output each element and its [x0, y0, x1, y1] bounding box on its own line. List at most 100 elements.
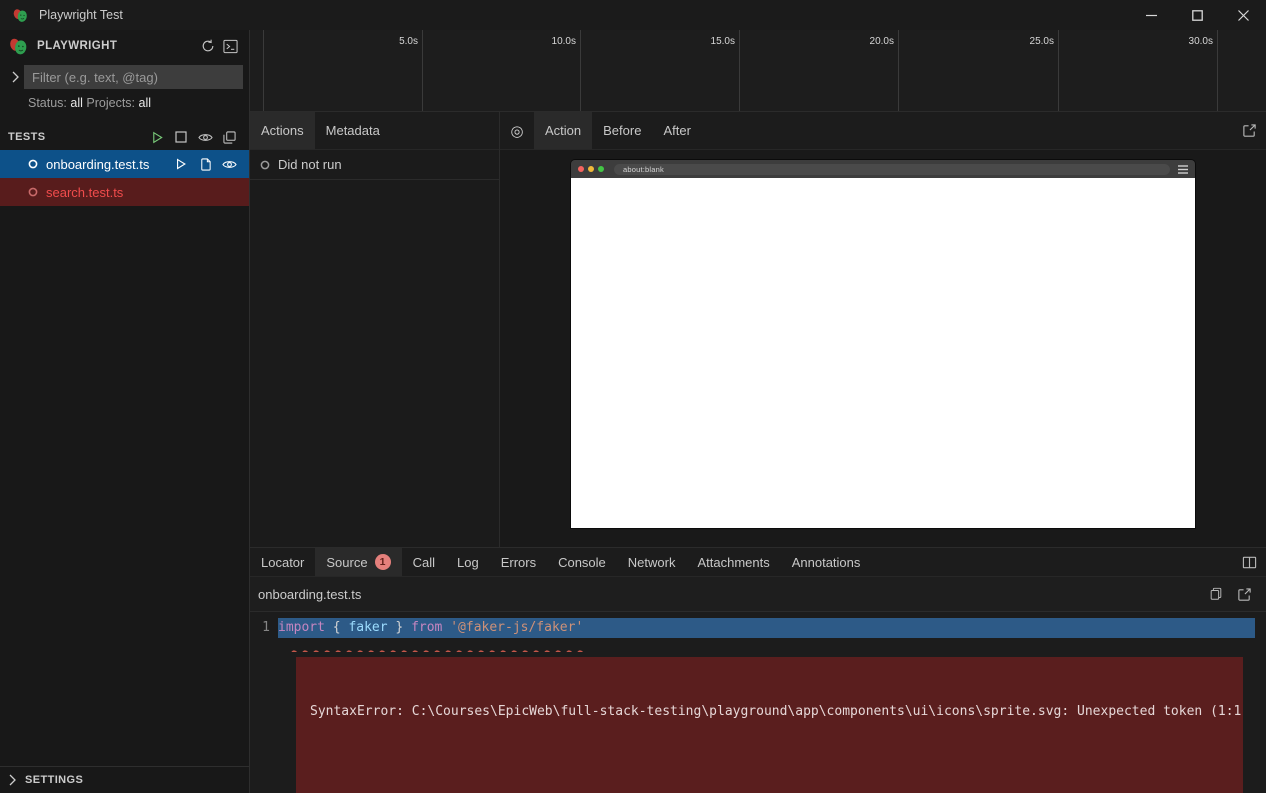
source-code-area[interactable]: 1 import { faker } from '@faker-js/faker… [250, 612, 1266, 793]
minimize-button[interactable] [1128, 0, 1174, 30]
run-test-icon[interactable] [169, 153, 193, 175]
timeline-gridline [422, 30, 423, 111]
tab-actions[interactable]: Actions [250, 112, 315, 149]
playwright-section-header: PLAYWRIGHT [0, 30, 249, 62]
stop-icon[interactable] [169, 126, 193, 148]
watch-test-icon[interactable] [217, 153, 241, 175]
code-token: from [411, 620, 442, 635]
timeline-gridline [739, 30, 740, 111]
test-row-onboarding[interactable]: onboarding.test.ts [0, 150, 249, 178]
error-squiggle: xxxxxxxxxxxxxxxxxxxxxxxxxxxxxxxxxxxxxxxx… [286, 638, 585, 652]
code-token: { [325, 620, 348, 635]
title-bar: Playwright Test [0, 0, 1266, 30]
tab-label: Action [545, 123, 581, 138]
timeline-gridline [1217, 30, 1218, 111]
tab-label: Metadata [326, 123, 380, 138]
status-circle-icon [260, 160, 270, 170]
close-button[interactable] [1220, 0, 1266, 30]
tests-header-label: TESTS [8, 131, 45, 143]
chevron-right-icon [8, 774, 17, 786]
tab-log[interactable]: Log [446, 548, 490, 576]
filter-row [0, 62, 249, 92]
watch-all-icon[interactable] [193, 126, 217, 148]
tab-label: Annotations [792, 555, 861, 570]
line-number: 1 [250, 618, 278, 638]
traffic-light-red [578, 166, 584, 172]
chevron-right-icon[interactable] [6, 71, 24, 83]
error-squiggle-row: xxxxxxxxxxxxxxxxxxxxxxxxxxxxxxxxxxxxxxxx… [250, 638, 1266, 645]
tab-errors[interactable]: Errors [490, 548, 547, 576]
tab-label: Locator [261, 555, 304, 570]
settings-label: SETTINGS [25, 774, 83, 786]
tests-section-header: TESTS [0, 124, 249, 150]
timeline-gridline [263, 30, 264, 111]
preview-panel: ◎ Action Before After [500, 112, 1266, 547]
preview-tabbar: ◎ Action Before After [500, 112, 1266, 150]
tab-annotations[interactable]: Annotations [781, 548, 872, 576]
code-token: '@faker-js/faker' [450, 620, 583, 635]
did-not-run-label: Did not run [278, 157, 342, 172]
traffic-light-yellow [588, 166, 594, 172]
test-row-search[interactable]: search.test.ts [0, 178, 249, 206]
browser-url: about:blank [623, 165, 664, 174]
open-external-icon[interactable] [1232, 112, 1266, 149]
timeline-tick-label: 20.0s [838, 36, 894, 47]
timeline-tick-label: 30.0s [1157, 36, 1213, 47]
copy-icon[interactable] [1202, 587, 1230, 601]
status-label: Status: [28, 96, 67, 110]
details-tabbar: Locator Source1 Call Log Errors Console Networ… [250, 548, 1266, 577]
tab-call[interactable]: Call [402, 548, 446, 576]
projects-value[interactable]: all [139, 96, 152, 110]
timeline-tick-label: 25.0s [998, 36, 1054, 47]
maximize-button[interactable] [1174, 0, 1220, 30]
pick-locator-icon[interactable]: ◎ [500, 112, 534, 149]
terminal-icon[interactable] [219, 35, 241, 57]
refresh-icon[interactable] [197, 35, 219, 57]
code-token: import [278, 620, 325, 635]
filter-input[interactable] [24, 65, 243, 89]
split-view-icon[interactable] [1232, 548, 1266, 576]
tab-metadata[interactable]: Metadata [315, 112, 391, 149]
source-file-name: onboarding.test.ts [258, 587, 361, 602]
tab-locator[interactable]: Locator [250, 548, 315, 576]
tab-label: Console [558, 555, 606, 570]
show-source-icon[interactable] [193, 153, 217, 175]
run-all-icon[interactable] [145, 126, 169, 148]
error-box: SyntaxError: C:\Courses\EpicWeb\full-sta… [296, 657, 1243, 793]
source-line-1[interactable]: 1 import { faker } from '@faker-js/faker… [250, 618, 1266, 638]
open-external-icon[interactable] [1230, 587, 1258, 602]
tab-action[interactable]: Action [534, 112, 592, 149]
actions-tabbar: Actions Metadata [250, 112, 499, 150]
timeline-gridline [1058, 30, 1059, 111]
tab-label: Network [628, 555, 676, 570]
status-value[interactable]: all [70, 96, 83, 110]
tab-console[interactable]: Console [547, 548, 617, 576]
browser-menu-icon [1178, 165, 1188, 174]
tab-label: Log [457, 555, 479, 570]
timeline-gridline [898, 30, 899, 111]
sidebar-section-title: PLAYWRIGHT [37, 40, 117, 52]
tab-label: Before [603, 123, 641, 138]
tab-before[interactable]: Before [592, 112, 652, 149]
source-file-bar: onboarding.test.ts [250, 577, 1266, 612]
tab-after[interactable]: After [652, 112, 701, 149]
collapse-all-icon[interactable] [217, 126, 241, 148]
tab-source[interactable]: Source1 [315, 548, 401, 576]
tab-label: Call [413, 555, 435, 570]
tab-label: After [663, 123, 690, 138]
tab-label: Actions [261, 123, 304, 138]
settings-section-header[interactable]: SETTINGS [0, 766, 249, 793]
playwright-logo-icon [8, 36, 29, 57]
test-status-circle-icon [28, 187, 38, 197]
browser-preview-area: about:blank [500, 150, 1266, 547]
tab-network[interactable]: Network [617, 548, 687, 576]
timeline[interactable]: 5.0s10.0s15.0s20.0s25.0s30.0s [250, 30, 1266, 112]
tab-label: Attachments [697, 555, 769, 570]
tab-label: Errors [501, 555, 536, 570]
browser-page [571, 178, 1195, 528]
browser-window: about:blank [571, 160, 1195, 528]
actions-panel: Actions Metadata Did not run [250, 112, 500, 547]
did-not-run-item[interactable]: Did not run [250, 150, 499, 180]
tab-attachments[interactable]: Attachments [686, 548, 780, 576]
details-panel: Locator Source1 Call Log Errors Console Networ… [250, 547, 1266, 793]
